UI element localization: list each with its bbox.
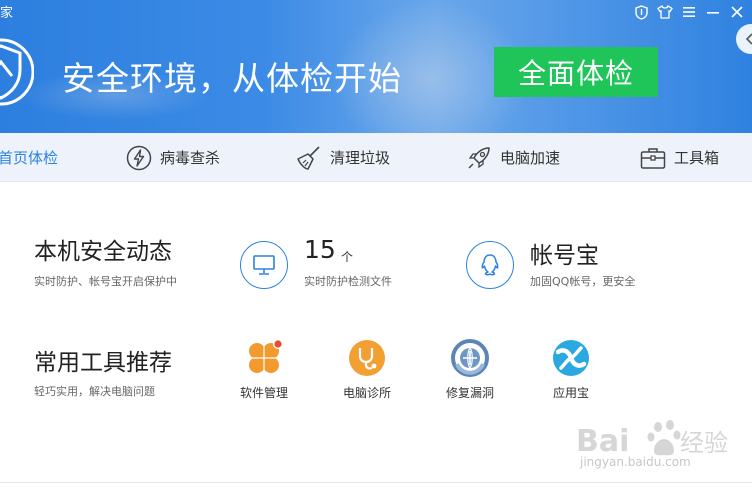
header-banner: 家 安全环境，从体检开始 全面体检 — [0, 0, 752, 133]
tool-repair-vulnerability[interactable]: 修复漏洞 — [430, 338, 510, 401]
tool-computer-clinic[interactable]: 电脑诊所 — [327, 338, 407, 401]
tab-label: 病毒查杀 — [160, 149, 221, 167]
account-treasure-title[interactable]: 帐号宝 — [530, 236, 599, 270]
tool-software-manager[interactable]: 软件管理 — [224, 338, 304, 401]
tool-label: 软件管理 — [239, 386, 288, 400]
shirt-icon[interactable] — [656, 3, 674, 21]
tool-app-store[interactable]: 应用宝 — [531, 338, 611, 401]
tools-section-title: 常用工具推荐 — [34, 350, 172, 376]
tab-home-scan[interactable]: 首页体检 — [0, 133, 58, 182]
tool-label: 应用宝 — [552, 386, 589, 400]
baidu-watermark-logo: Bai 经验 — [576, 420, 728, 459]
svg-text:Bai: Bai — [576, 424, 629, 459]
close-icon[interactable] — [728, 3, 746, 21]
tab-label: 工具箱 — [674, 149, 720, 167]
window-controls — [632, 2, 746, 22]
svg-text:经验: 经验 — [680, 429, 728, 457]
computer-clinic-icon — [347, 338, 387, 378]
files-label[interactable]: 实时防护检测文件 — [304, 273, 392, 289]
tab-clean-junk[interactable]: 清理垃圾 — [296, 133, 390, 182]
tab-label: 电脑加速 — [500, 149, 561, 167]
slogan-text: 安全环境，从体检开始 — [62, 59, 402, 98]
main-nav: 首页体检 病毒查杀 清理垃圾 电脑加速 工具箱 — [0, 133, 752, 182]
app-store-icon — [551, 338, 591, 378]
files-unit: 个 — [341, 250, 354, 264]
repair-vulnerability-icon — [450, 338, 490, 378]
minimize-icon[interactable] — [704, 3, 722, 21]
tab-label: 清理垃圾 — [330, 149, 391, 167]
tab-toolbox[interactable]: 工具箱 — [640, 133, 719, 182]
tool-label: 修复漏洞 — [445, 386, 494, 400]
tool-label: 电脑诊所 — [342, 386, 391, 400]
chevron-left-icon[interactable] — [736, 24, 752, 54]
full-scan-button[interactable]: 全面体检 — [494, 47, 658, 97]
tools-section-subtitle: 轻巧实用，解决电脑问题 — [34, 385, 155, 398]
rocket-icon — [468, 146, 490, 168]
menu-icon[interactable] — [680, 3, 698, 21]
software-manager-icon — [244, 338, 284, 378]
account-treasure-label: 加固QQ帐号，更安全 — [530, 275, 636, 288]
shield-icon[interactable] — [632, 3, 650, 21]
security-section-subtitle: 实时防护、帐号宝开启保护中 — [34, 275, 177, 288]
window-title: 家 — [0, 6, 14, 21]
broom-icon — [297, 145, 320, 170]
watermark-url: jingyan.baidu.com — [580, 455, 691, 469]
monitor-icon[interactable] — [240, 241, 288, 289]
tab-speed-up[interactable]: 电脑加速 — [466, 133, 560, 182]
files-count: 15 — [304, 235, 336, 264]
toolbox-icon — [640, 147, 666, 169]
tab-label: 首页体检 — [0, 149, 59, 167]
security-section-title: 本机安全动态 — [34, 239, 172, 265]
tab-virus-scan[interactable]: 病毒查杀 — [126, 133, 220, 182]
lightning-circle-icon — [126, 145, 152, 170]
shield-logo-icon — [0, 38, 34, 106]
qq-icon[interactable] — [466, 241, 514, 289]
